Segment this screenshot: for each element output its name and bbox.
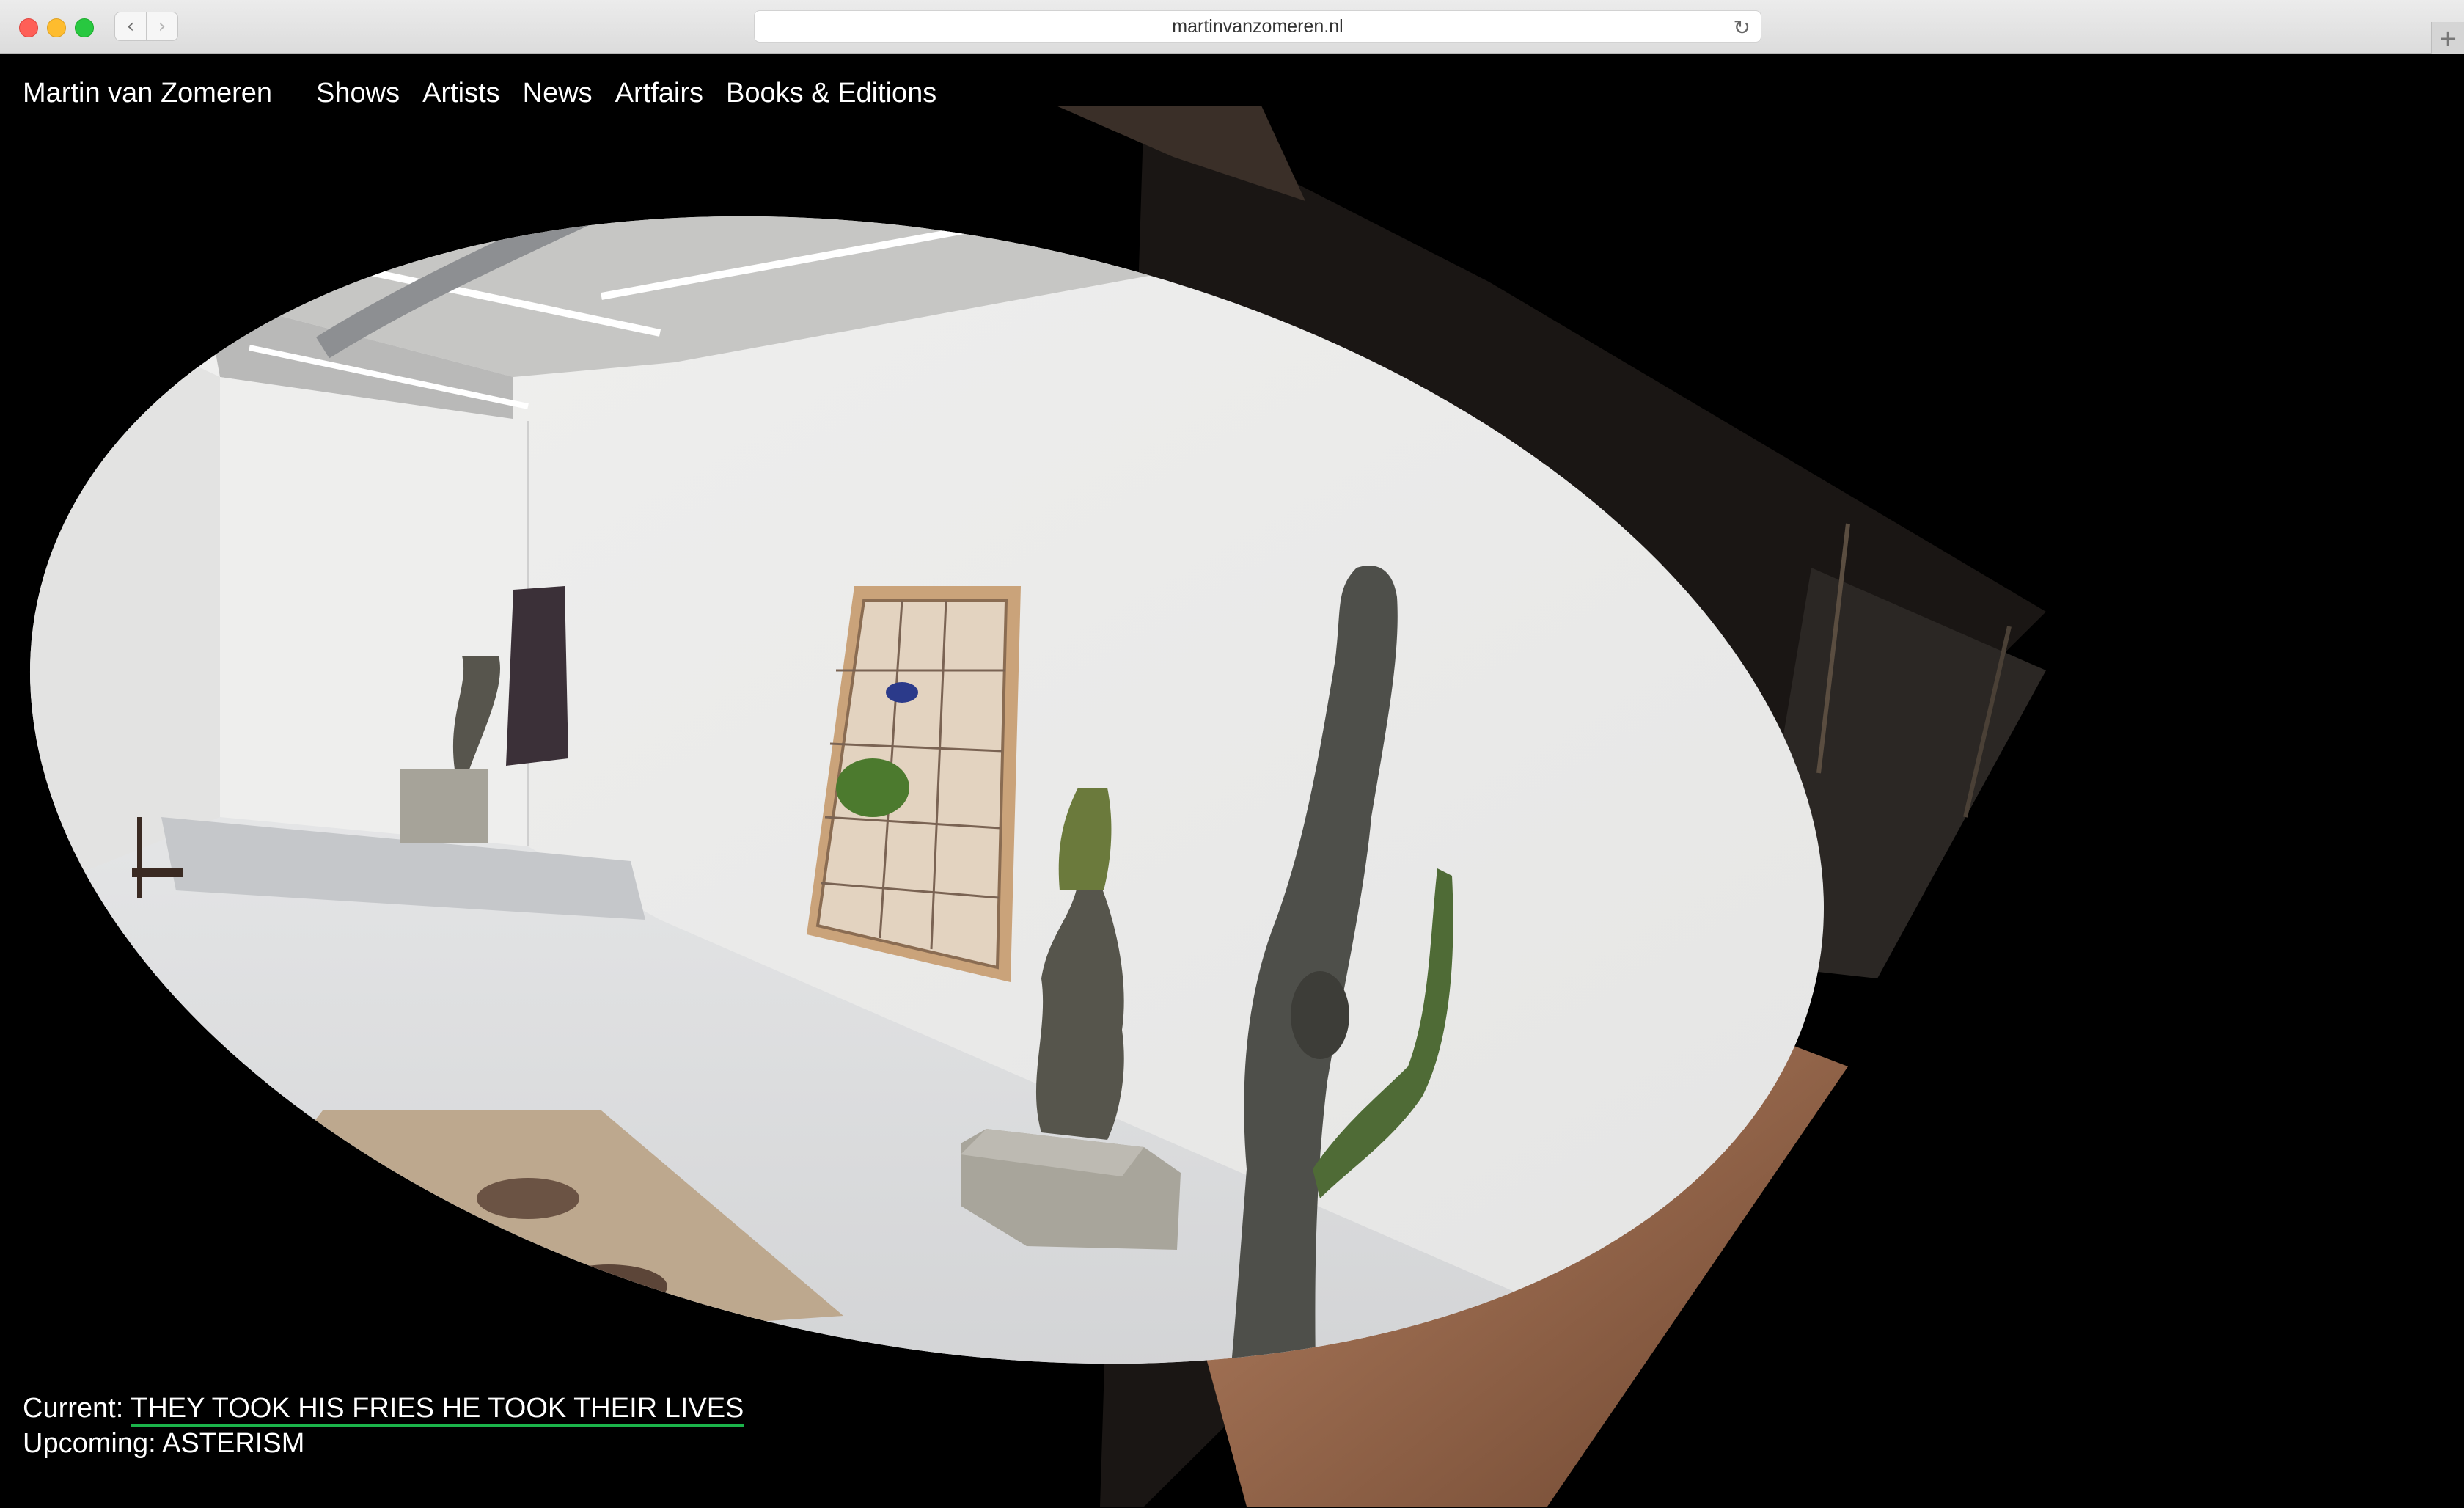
new-tab-button[interactable]: + bbox=[2431, 22, 2464, 54]
nav-item-artists[interactable]: Artists bbox=[422, 78, 500, 109]
url-text: martinvanzomeren.nl bbox=[1172, 15, 1343, 37]
address-bar[interactable]: martinvanzomeren.nl ↻ bbox=[754, 10, 1761, 43]
current-show-line: Current: THEY TOOK HIS FRIES HE TOOK THE… bbox=[23, 1391, 744, 1427]
chevron-left-icon: ‹ bbox=[126, 15, 135, 37]
page-content: Martin van Zomeren Shows Artists News Ar… bbox=[0, 54, 2464, 1508]
nav-item-artfairs[interactable]: Artfairs bbox=[615, 78, 703, 109]
close-window-button[interactable] bbox=[19, 18, 38, 37]
upcoming-show-line: Upcoming: ASTERISM bbox=[23, 1426, 744, 1461]
plus-icon: + bbox=[2438, 24, 2458, 52]
minimize-window-button[interactable] bbox=[47, 18, 66, 37]
shows-info: Current: THEY TOOK HIS FRIES HE TOOK THE… bbox=[23, 1391, 744, 1461]
upcoming-show-title: ASTERISM bbox=[162, 1428, 305, 1459]
back-button[interactable]: ‹ bbox=[114, 12, 147, 41]
site-navigation: Martin van Zomeren Shows Artists News Ar… bbox=[23, 78, 959, 109]
reload-icon[interactable]: ↻ bbox=[1734, 15, 1750, 40]
browser-toolbar: ‹ › martinvanzomeren.nl ↻ + bbox=[0, 0, 2464, 54]
site-logo-link[interactable]: Martin van Zomeren bbox=[23, 78, 272, 109]
nav-item-books-editions[interactable]: Books & Editions bbox=[726, 78, 936, 109]
gallery-photo-collage bbox=[0, 59, 2046, 1508]
chevron-right-icon: › bbox=[158, 15, 166, 37]
forward-button[interactable]: › bbox=[146, 12, 178, 41]
nav-item-news[interactable]: News bbox=[523, 78, 593, 109]
zoom-window-button[interactable] bbox=[75, 18, 94, 37]
current-label: Current: bbox=[23, 1393, 131, 1424]
upcoming-label: Upcoming: bbox=[23, 1428, 163, 1459]
nav-item-shows[interactable]: Shows bbox=[316, 78, 400, 109]
current-show-link[interactable]: THEY TOOK HIS FRIES HE TOOK THEIR LIVES bbox=[131, 1393, 744, 1427]
